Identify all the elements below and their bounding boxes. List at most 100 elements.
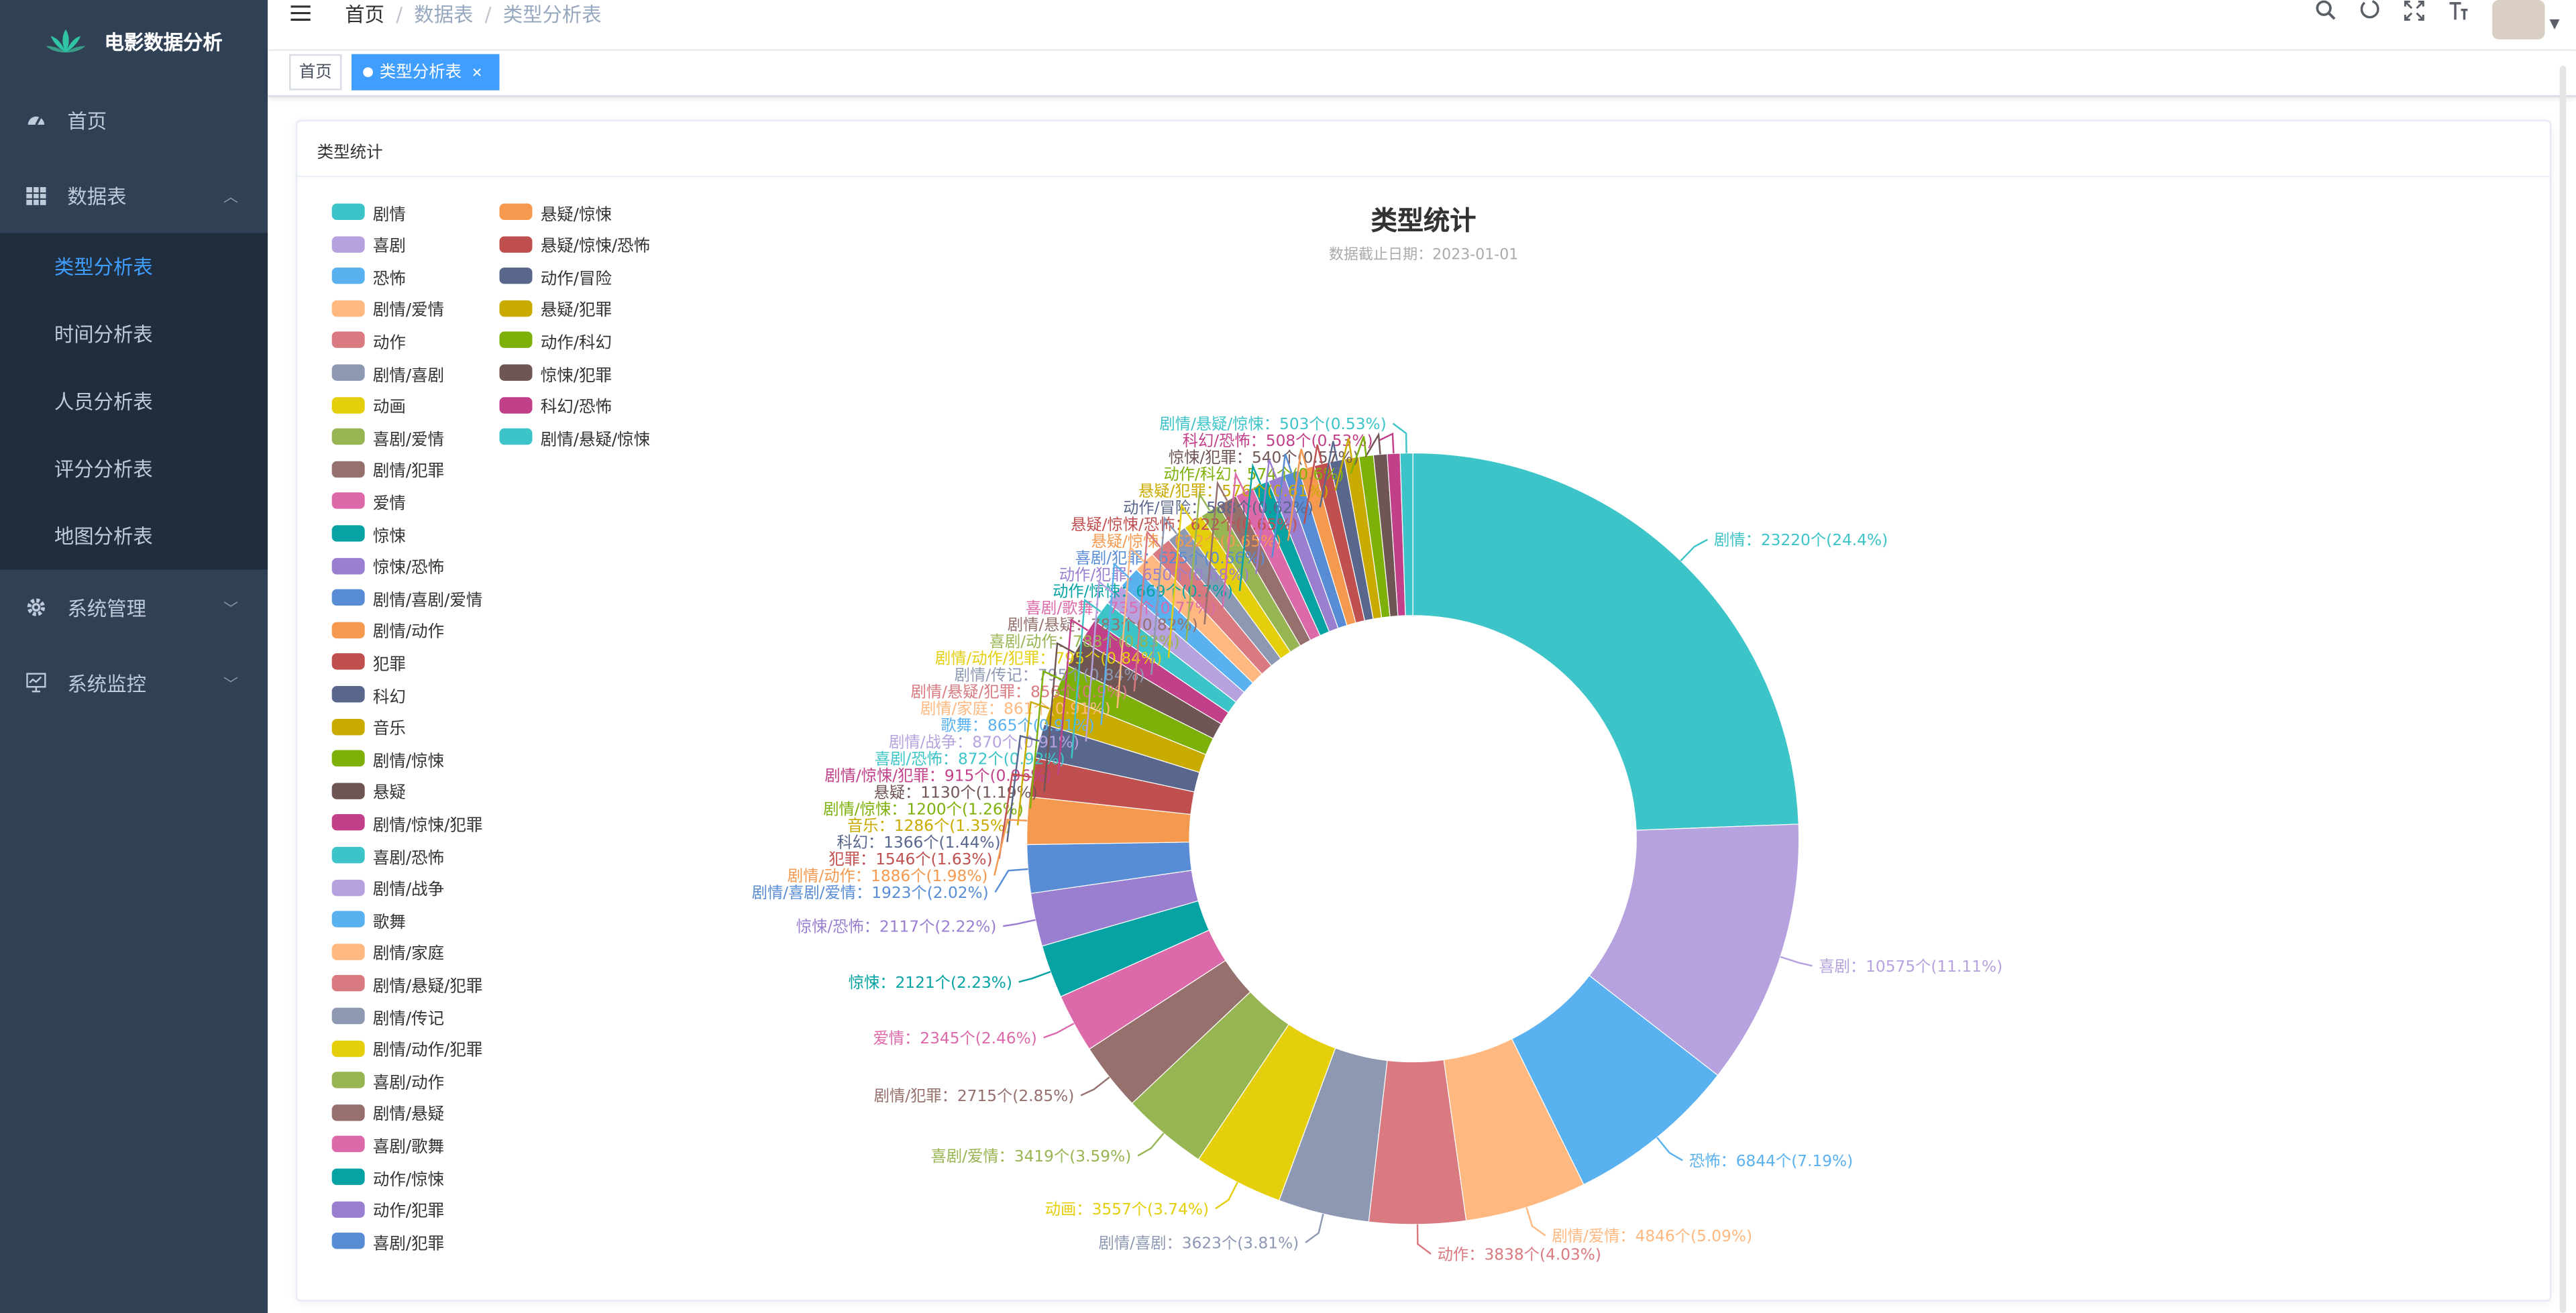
data-label: 剧情/动作/犯罪：795个(0.84%) — [935, 650, 1162, 668]
pie-chart: 剧情：23220个(24.4%) 喜剧：10575个(11.11%) 恐怖：6844… — [752, 415, 2002, 1263]
table-icon — [26, 186, 46, 205]
label-line — [1379, 432, 1395, 454]
label-line — [1392, 422, 1407, 453]
data-label: 动作/冒险：588个(0.62%) — [1123, 499, 1313, 517]
dashboard-icon — [26, 110, 46, 129]
logo-icon — [46, 30, 87, 53]
search-icon[interactable] — [2314, 0, 2336, 28]
navbar: 首页 / 数据表 / 类型分析表 ▼ — [268, 0, 2576, 51]
label-line — [1215, 1182, 1238, 1210]
data-label: 爱情：2345个(2.46%) — [873, 1029, 1037, 1047]
sidebar: 电影数据分析 首页 数据表 ︿ 类型分析表 时间分析表 人员分析表 评分分析表 … — [0, 0, 268, 1313]
data-label: 悬疑/惊悚/恐怖：622个(0.65%) — [1071, 516, 1297, 534]
data-label: 剧情/悬疑：783个(0.82%) — [1008, 616, 1198, 634]
active-dot-icon — [363, 67, 373, 78]
menu-label-tables: 数据表 — [67, 184, 127, 208]
data-label: 音乐：1286个(1.35%) — [847, 817, 1011, 835]
data-label: 喜剧：10575个(11.11%) — [1819, 958, 2002, 976]
label-line — [1137, 1133, 1165, 1157]
data-label: 剧情/喜剧/爱情：1923个(2.02%) — [752, 884, 989, 902]
menu-label-system-monitor: 系统监控 — [67, 672, 146, 695]
sidebar-item-genre-analysis[interactable]: 类型分析表 — [0, 233, 268, 300]
hamburger-icon[interactable] — [290, 5, 311, 21]
data-label: 悬疑/惊悚：622个(0.65%) — [1091, 532, 1282, 551]
data-label: 喜剧/动作：788个(0.83%) — [989, 633, 1180, 651]
data-label: 科幻/恐怖：508个(0.53%) — [1183, 432, 1373, 450]
data-label: 犯罪：1546个(1.63%) — [828, 850, 992, 868]
data-label: 科幻：1366个(1.44%) — [837, 834, 1000, 852]
sidebar-item-time-analysis[interactable]: 时间分析表 — [0, 300, 268, 367]
gear-icon — [26, 597, 46, 617]
data-label: 动画：3557个(3.74%) — [1045, 1200, 1209, 1218]
avatar[interactable] — [2491, 0, 2545, 40]
label-line — [1780, 956, 1813, 967]
data-label: 剧情/战争：870个(0.91%) — [889, 733, 1079, 751]
caret-down-icon[interactable]: ▼ — [2549, 16, 2559, 31]
data-label: 恐怖：6844个(7.19%) — [1689, 1152, 1853, 1170]
chart-card: 类型统计 剧情 喜剧 恐怖 剧情/爱情 动作 剧情/喜剧 动画 喜剧/爱情 剧情/犯罪 爱情 惊悚惊… — [295, 119, 2552, 1302]
submenu-tables: 类型分析表 时间分析表 人员分析表 评分分析表 地图分析表 — [0, 233, 268, 570]
sidebar-logo[interactable]: 电影数据分析 — [0, 0, 268, 82]
data-label: 剧情/惊悚：1200个(1.26%) — [823, 800, 1024, 818]
tag-genre-analysis-label: 类型分析表 — [379, 64, 462, 82]
data-label: 剧情/惊悚/犯罪：915个(0.96%) — [824, 766, 1051, 785]
data-label: 剧情/喜剧：3623个(3.81%) — [1099, 1235, 1299, 1253]
menu-item-system-monitor[interactable]: 系统监控 ﹀ — [0, 645, 268, 721]
monitor-icon — [26, 673, 46, 693]
github-icon[interactable] — [2359, 0, 2380, 28]
navbar-right-menu: ▼ — [2292, 0, 2560, 40]
fullscreen-icon[interactable] — [2404, 0, 2425, 28]
label-line — [1525, 1207, 1546, 1237]
data-label: 歌舞：865个(0.91%) — [941, 716, 1094, 734]
tag-home-label: 首页 — [299, 64, 332, 82]
menu-item-system-management[interactable]: 系统管理 ﹀ — [0, 569, 268, 645]
chevron-down-icon: ﹀ — [223, 602, 239, 618]
breadcrumb-current: 类型分析表 — [502, 3, 602, 27]
data-label: 剧情/悬疑/犯罪：856个(0.9%) — [911, 683, 1128, 701]
data-label: 剧情/爱情：4846个(5.09%) — [1552, 1227, 1752, 1245]
data-label: 剧情/犯罪：2715个(2.85%) — [874, 1087, 1075, 1105]
menu-item-tables[interactable]: 数据表 ︿ — [0, 158, 268, 233]
close-icon[interactable]: ✕ — [472, 66, 482, 80]
label-line — [1018, 970, 1051, 983]
data-label: 动作：3838个(4.03%) — [1438, 1245, 1601, 1263]
tag-home[interactable]: 首页 — [289, 54, 342, 91]
tags-view: 首页 类型分析表 ✕ — [268, 51, 2576, 97]
chevron-up-icon: ︿ — [223, 189, 239, 207]
menu-label-system-management: 系统管理 — [67, 596, 146, 620]
data-label: 剧情：23220个(24.4%) — [1714, 531, 1888, 549]
label-line — [1003, 919, 1036, 927]
label-line — [1416, 1224, 1432, 1255]
data-label: 惊悚：2121个(2.23%) — [849, 974, 1012, 992]
data-label: 剧情/动作：1886个(1.98%) — [788, 867, 988, 885]
menu-item-home[interactable]: 首页 — [0, 82, 268, 158]
data-label: 惊悚/恐怖：2117个(2.22%) — [796, 918, 997, 936]
sidebar-item-rating-analysis[interactable]: 评分分析表 — [0, 435, 268, 502]
menu-label-home: 首页 — [67, 109, 107, 133]
data-label: 喜剧/爱情：3419个(3.59%) — [931, 1147, 1132, 1165]
breadcrumb: 首页 / 数据表 / 类型分析表 — [345, 3, 602, 27]
label-line — [1656, 1137, 1683, 1161]
font-size-icon[interactable] — [2448, 0, 2469, 28]
label-line — [1043, 1023, 1075, 1039]
breadcrumb-home[interactable]: 首页 — [345, 3, 384, 26]
tag-genre-analysis[interactable]: 类型分析表 ✕ — [352, 54, 500, 91]
data-label: 喜剧/恐怖：872个(0.92%) — [875, 750, 1065, 768]
chevron-down-icon: ﹀ — [223, 677, 239, 694]
sidebar-item-map-analysis[interactable]: 地图分析表 — [0, 502, 268, 569]
data-label: 剧情/悬疑/惊悚：503个(0.53%) — [1160, 415, 1387, 433]
label-line — [1680, 538, 1708, 562]
label-line — [1305, 1213, 1324, 1243]
data-label: 喜剧/歌舞：735个(0.77%) — [1026, 600, 1216, 618]
label-line — [994, 868, 1028, 893]
main-area: 首页 / 数据表 / 类型分析表 ▼ 首页 类型分析表 ✕ 类型统计 剧情 喜剧 恐怖 剧情/爱… — [268, 0, 2576, 1313]
scrollbar[interactable] — [2558, 65, 2568, 1313]
data-label: 剧情/传记：795个(0.84%) — [955, 667, 1145, 685]
label-line — [1080, 1076, 1110, 1096]
app-title: 电影数据分析 — [104, 30, 223, 54]
data-label: 喜剧/犯罪：625个(0.66%) — [1075, 549, 1266, 567]
breadcrumb-tables[interactable]: 数据表 — [414, 3, 473, 26]
pie-slice[interactable] — [1412, 452, 1799, 831]
data-label: 剧情/家庭：861个(0.91%) — [920, 700, 1111, 718]
sidebar-item-people-analysis[interactable]: 人员分析表 — [0, 367, 268, 435]
